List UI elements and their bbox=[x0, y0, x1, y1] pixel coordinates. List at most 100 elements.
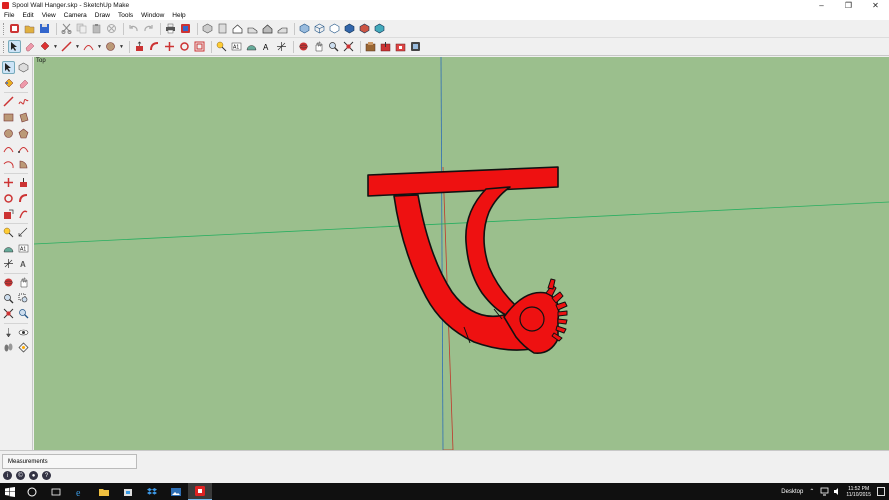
warehouse-icon[interactable] bbox=[364, 40, 377, 53]
look-around-icon[interactable] bbox=[17, 326, 30, 339]
follow-me-icon[interactable] bbox=[148, 40, 161, 53]
right-view-icon[interactable] bbox=[246, 22, 259, 35]
undo-icon[interactable] bbox=[127, 22, 140, 35]
chevron-down-icon[interactable]: ▼ bbox=[119, 44, 124, 50]
axes-icon[interactable] bbox=[2, 257, 15, 270]
tape-measure-icon[interactable] bbox=[2, 226, 15, 239]
right-arm[interactable] bbox=[465, 186, 523, 316]
taskbar-photos[interactable] bbox=[164, 483, 188, 500]
rectangle-icon[interactable] bbox=[2, 111, 15, 124]
hidden-line-icon[interactable] bbox=[328, 22, 341, 35]
zoom-icon[interactable] bbox=[327, 40, 340, 53]
offset-icon[interactable] bbox=[17, 208, 30, 221]
menu-draw[interactable]: Draw bbox=[91, 12, 114, 19]
chevron-down-icon[interactable]: ▼ bbox=[53, 44, 58, 50]
xray-icon[interactable] bbox=[298, 22, 311, 35]
select-icon[interactable] bbox=[2, 61, 15, 75]
chevron-down-icon[interactable]: ▼ bbox=[75, 44, 80, 50]
paste-icon[interactable] bbox=[90, 22, 103, 35]
make-component-icon[interactable] bbox=[17, 61, 30, 74]
maximize-button[interactable]: ❐ bbox=[835, 0, 862, 11]
taskbar-sketchup[interactable] bbox=[188, 483, 212, 500]
model-canvas[interactable] bbox=[34, 57, 889, 450]
search-button[interactable] bbox=[20, 483, 44, 500]
left-view-icon[interactable] bbox=[276, 22, 289, 35]
move-icon[interactable] bbox=[163, 40, 176, 53]
freehand-icon[interactable] bbox=[17, 95, 30, 108]
eraser-icon[interactable] bbox=[23, 40, 36, 53]
modeling-viewport[interactable]: Top bbox=[34, 57, 889, 450]
menu-camera[interactable]: Camera bbox=[60, 12, 91, 19]
credits-icon[interactable]: © bbox=[16, 471, 25, 480]
monochrome-icon[interactable] bbox=[373, 22, 386, 35]
print-icon[interactable] bbox=[164, 22, 177, 35]
taskbar-dropbox[interactable] bbox=[140, 483, 164, 500]
taskbar-explorer[interactable] bbox=[92, 483, 116, 500]
new-model-icon[interactable] bbox=[8, 22, 21, 35]
iso-view-icon[interactable] bbox=[201, 22, 214, 35]
zoom-extents-icon[interactable] bbox=[2, 307, 15, 320]
rotate-icon[interactable] bbox=[2, 192, 15, 205]
spool-hole[interactable] bbox=[519, 306, 545, 332]
task-view-button[interactable] bbox=[44, 483, 68, 500]
circle-icon[interactable] bbox=[2, 127, 15, 140]
copy-icon[interactable] bbox=[75, 22, 88, 35]
previous-view-icon[interactable] bbox=[17, 307, 30, 320]
rotated-rectangle-icon[interactable] bbox=[17, 111, 30, 124]
section-plane-icon[interactable] bbox=[17, 341, 30, 354]
geo-location-icon[interactable]: i bbox=[3, 471, 12, 480]
help-icon[interactable]: ? bbox=[42, 471, 51, 480]
model-info-icon[interactable] bbox=[179, 22, 192, 35]
3d-text-icon[interactable]: A bbox=[17, 257, 30, 270]
dimension-icon[interactable]: A1 bbox=[230, 40, 243, 53]
minimize-button[interactable]: – bbox=[808, 0, 835, 11]
taskbar-store[interactable] bbox=[116, 483, 140, 500]
two-point-arc-icon[interactable] bbox=[17, 142, 30, 155]
wireframe-icon[interactable] bbox=[313, 22, 326, 35]
chevron-down-icon[interactable]: ▼ bbox=[97, 44, 102, 50]
user-account-icon[interactable]: ● bbox=[29, 471, 38, 480]
toolbar-grip[interactable] bbox=[3, 40, 5, 53]
menu-view[interactable]: View bbox=[38, 12, 60, 19]
toolbar-grip[interactable] bbox=[3, 22, 5, 35]
dimension-icon[interactable] bbox=[17, 226, 30, 239]
arc-icon[interactable] bbox=[2, 142, 15, 155]
shaded-icon[interactable] bbox=[343, 22, 356, 35]
menu-file[interactable]: File bbox=[0, 12, 18, 19]
paint-bucket-icon[interactable] bbox=[2, 77, 15, 90]
front-view-icon[interactable] bbox=[231, 22, 244, 35]
extension-warehouse-icon[interactable] bbox=[394, 40, 407, 53]
protractor-icon[interactable] bbox=[245, 40, 258, 53]
mounting-bar[interactable] bbox=[367, 166, 559, 197]
spool-wall-hanger-model[interactable] bbox=[367, 166, 568, 355]
save-icon[interactable] bbox=[38, 22, 51, 35]
menu-edit[interactable]: Edit bbox=[18, 12, 37, 19]
menu-window[interactable]: Window bbox=[137, 12, 168, 19]
paint-bucket-icon[interactable] bbox=[38, 40, 51, 53]
back-view-icon[interactable] bbox=[261, 22, 274, 35]
zoom-icon[interactable] bbox=[2, 292, 15, 305]
pie-icon[interactable] bbox=[17, 158, 30, 171]
menu-help[interactable]: Help bbox=[168, 12, 189, 19]
offset-icon[interactable] bbox=[193, 40, 206, 53]
start-button[interactable] bbox=[0, 483, 20, 500]
zoom-extents-icon[interactable] bbox=[342, 40, 355, 53]
line-icon[interactable] bbox=[60, 40, 73, 53]
tape-measure-icon[interactable] bbox=[215, 40, 228, 53]
pan-icon[interactable] bbox=[17, 276, 30, 289]
position-camera-icon[interactable] bbox=[2, 326, 15, 339]
line-icon[interactable] bbox=[2, 95, 15, 108]
follow-me-icon[interactable] bbox=[17, 192, 30, 205]
open-icon[interactable] bbox=[23, 22, 36, 35]
orbit-icon[interactable] bbox=[297, 40, 310, 53]
layout-icon[interactable] bbox=[409, 40, 422, 53]
circle-icon[interactable] bbox=[104, 40, 117, 53]
orbit-icon[interactable] bbox=[2, 276, 15, 289]
cut-icon[interactable] bbox=[60, 22, 73, 35]
pan-icon[interactable] bbox=[312, 40, 325, 53]
share-model-icon[interactable] bbox=[379, 40, 392, 53]
push-pull-icon[interactable] bbox=[133, 40, 146, 53]
text-icon[interactable]: A1 bbox=[17, 242, 30, 255]
axes-icon[interactable] bbox=[275, 40, 288, 53]
move-icon[interactable] bbox=[2, 176, 15, 189]
